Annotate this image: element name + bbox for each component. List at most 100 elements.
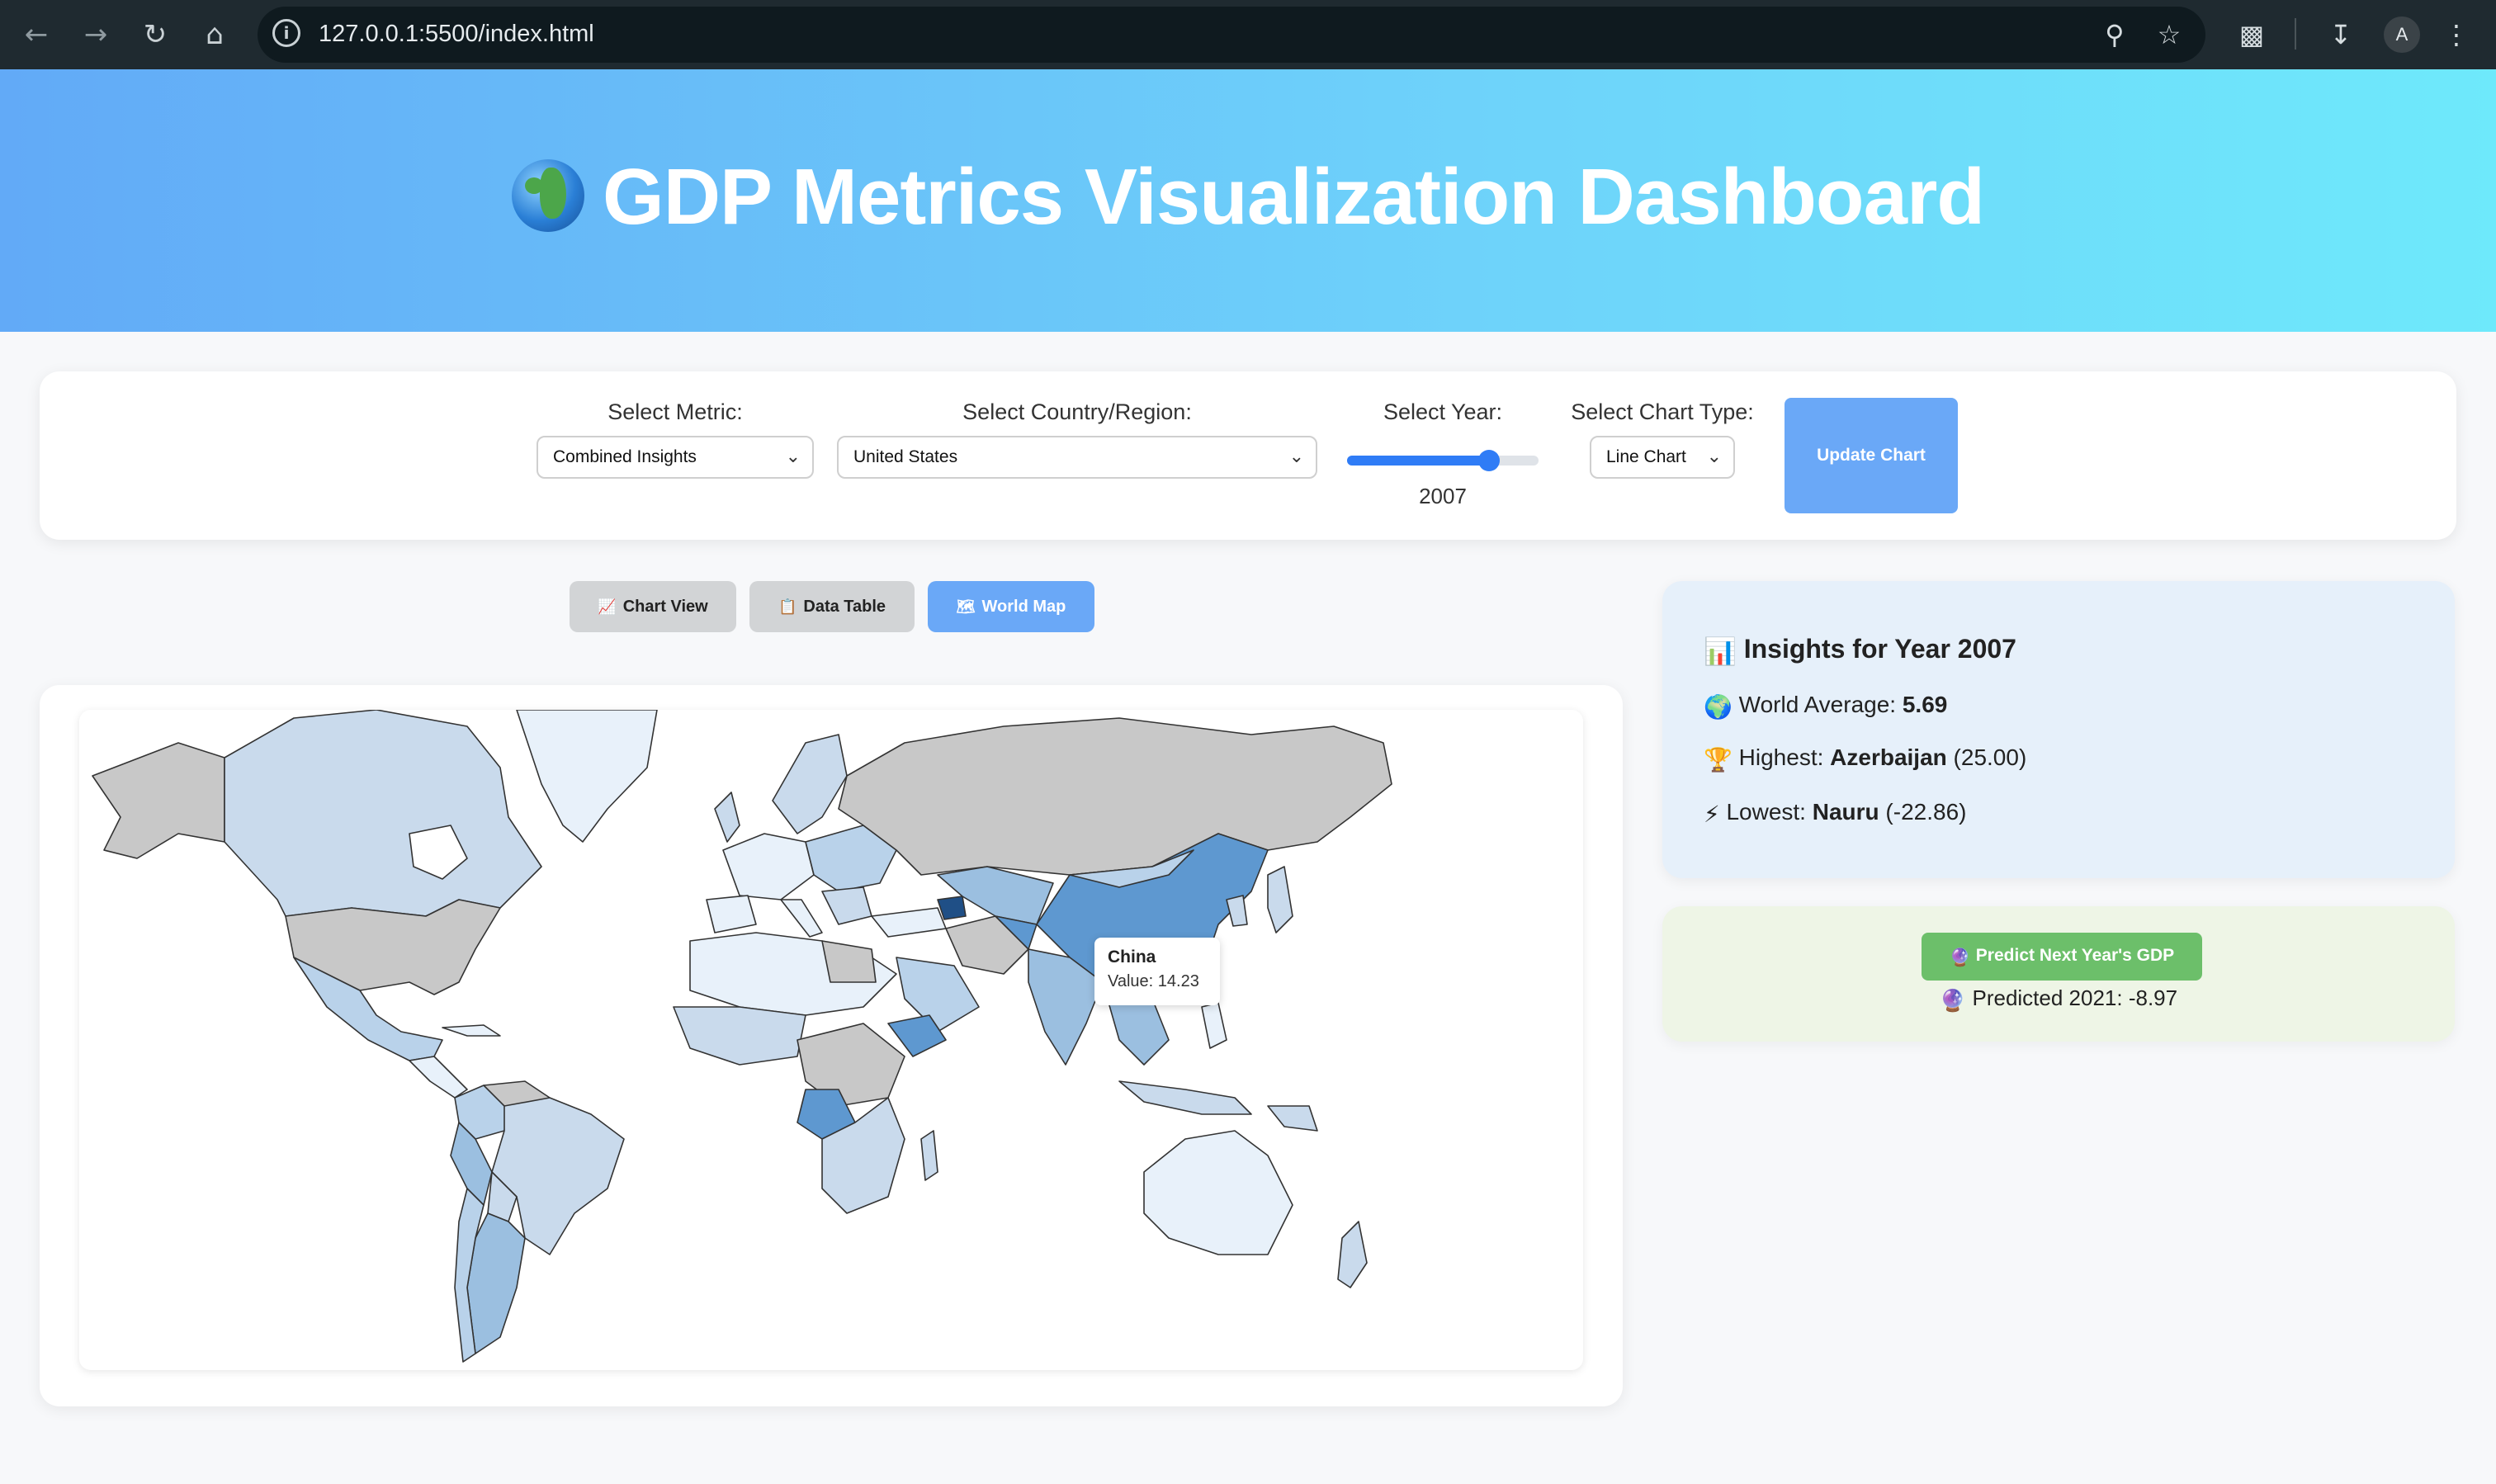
map-country-australia[interactable]: [1143, 1130, 1293, 1255]
lowest-label: Lowest:: [1726, 799, 1806, 825]
prediction-result: 🔮 Predicted 2021: -8.97: [1662, 985, 2455, 1014]
map-country-japan[interactable]: [1267, 866, 1293, 933]
map-country-west-africa[interactable]: [673, 1006, 806, 1066]
year-slider-thumb[interactable]: [1477, 450, 1500, 471]
lightning-icon: ⚡: [1704, 801, 1720, 827]
chevron-down-icon: ⌄: [785, 447, 801, 467]
chart-icon: 📈: [598, 598, 617, 616]
world-map-svg: [92, 710, 1392, 1363]
update-chart-button[interactable]: Update Chart: [1785, 398, 1958, 513]
insights-title-text: Insights for Year 2007: [1743, 634, 2016, 664]
metric-select-value: Combined Insights: [553, 447, 697, 466]
map-country-papua-new-guinea[interactable]: [1267, 1105, 1318, 1132]
map-country-russia[interactable]: [838, 717, 1392, 876]
lowest-row: ⚡ Lowest: Nauru (-22.86): [1704, 799, 1966, 828]
year-value: 2007: [1419, 484, 1467, 508]
chart-type-select[interactable]: Line Chart ⌄: [1590, 436, 1735, 479]
chevron-down-icon: ⌄: [1706, 447, 1722, 467]
address-bar[interactable]: i 127.0.0.1:5500/index.html ⚲ ☆: [258, 7, 2205, 63]
metric-select[interactable]: Combined Insights ⌄: [537, 436, 814, 479]
insights-panel: 📊 Insights for Year 2007 🌍 World Average…: [1662, 581, 2455, 878]
map-country-greenland[interactable]: [516, 710, 658, 843]
world-average-row: 🌍 World Average: 5.69: [1704, 692, 1947, 721]
forward-arrow-icon[interactable]: →: [76, 15, 116, 54]
year-label: Select Year:: [1383, 399, 1503, 424]
url-text[interactable]: 127.0.0.1:5500/index.html: [319, 21, 594, 48]
world-average-label: World Average:: [1738, 692, 1897, 717]
map-country-uk[interactable]: [714, 792, 740, 843]
crystal-ball-icon: 🔮: [1949, 948, 1971, 967]
country-select[interactable]: United States ⌄: [837, 436, 1317, 479]
globe-icon: 🌍: [1704, 694, 1733, 720]
predict-button[interactable]: 🔮 Predict Next Year's GDP: [1922, 933, 2202, 981]
extensions-icon[interactable]: ▩: [2232, 15, 2271, 54]
tab-chart-view-label: Chart View: [622, 597, 708, 616]
map-country-western-europe[interactable]: [722, 833, 815, 900]
map-country-scandinavia[interactable]: [772, 734, 848, 834]
map-country-madagascar[interactable]: [920, 1130, 938, 1181]
world-map[interactable]: [79, 710, 1583, 1370]
menu-kebab-icon[interactable]: ⋮: [2437, 15, 2476, 54]
map-country-alaska[interactable]: [92, 742, 225, 859]
highest-label: Highest:: [1738, 744, 1824, 770]
map-country-egypt[interactable]: [821, 940, 877, 983]
chart-type-select-value: Line Chart: [1606, 447, 1686, 466]
highest-value: (25.00): [1953, 744, 2027, 770]
zoom-icon[interactable]: ⚲: [2097, 17, 2133, 53]
map-country-new-zealand[interactable]: [1337, 1221, 1368, 1288]
reload-icon[interactable]: ↻: [135, 15, 175, 54]
tab-data-table[interactable]: 📋 Data Table: [749, 581, 915, 632]
crystal-ball-icon: 🔮: [1939, 988, 1967, 1013]
tab-data-table-label: Data Table: [803, 597, 886, 616]
back-arrow-icon[interactable]: ←: [17, 15, 56, 54]
map-country-philippines[interactable]: [1201, 1002, 1227, 1049]
chart-type-label: Select Chart Type:: [1571, 399, 1754, 424]
chevron-down-icon: ⌄: [1288, 447, 1304, 467]
insights-title: 📊 Insights for Year 2007: [1704, 634, 2016, 667]
map-island-cuba[interactable]: [442, 1024, 501, 1037]
star-bookmark-icon[interactable]: ☆: [2151, 17, 2187, 53]
tab-world-map[interactable]: 🗺 World Map: [928, 581, 1094, 632]
lowest-country: Nauru: [1812, 799, 1879, 825]
map-country-azerbaijan[interactable]: [937, 896, 967, 920]
toolbar-divider: [2295, 18, 2296, 50]
globe-icon: [512, 159, 585, 232]
page-header: GDP Metrics Visualization Dashboard: [0, 69, 2496, 332]
site-info-icon[interactable]: i: [272, 19, 300, 47]
browser-toolbar: ← → ↻ ⌂ i 127.0.0.1:5500/index.html ⚲ ☆ …: [0, 0, 2496, 69]
trophy-icon: 🏆: [1704, 747, 1733, 773]
tab-world-map-label: World Map: [981, 597, 1066, 616]
map-tooltip: China Value: 14.23: [1094, 938, 1220, 1005]
predict-button-label: Predict Next Year's GDP: [1975, 945, 2175, 965]
prediction-result-text: Predicted 2021: -8.97: [1972, 985, 2178, 1010]
home-icon[interactable]: ⌂: [195, 15, 234, 54]
clipboard-icon: 📋: [778, 598, 797, 616]
map-country-italy[interactable]: [780, 899, 823, 938]
tab-chart-view[interactable]: 📈 Chart View: [570, 581, 736, 632]
map-country-turkey[interactable]: [871, 907, 947, 938]
year-slider[interactable]: [1347, 450, 1539, 471]
country-select-value: United States: [853, 447, 958, 466]
map-card: [40, 685, 1623, 1406]
map-icon: 🗺: [956, 598, 976, 616]
map-country-indonesia[interactable]: [1118, 1080, 1252, 1115]
prediction-panel: 🔮 Predict Next Year's GDP 🔮 Predicted 20…: [1662, 906, 2455, 1042]
tooltip-value: Value: 14.23: [1108, 972, 1199, 990]
download-icon[interactable]: ↧: [2321, 15, 2361, 54]
map-country-balkans[interactable]: [821, 886, 872, 925]
map-country-central-america[interactable]: [409, 1056, 468, 1099]
map-country-canada[interactable]: [224, 710, 542, 917]
year-slider-fill: [1347, 456, 1489, 466]
bar-chart-icon: 📊: [1704, 636, 1737, 666]
highest-row: 🏆 Highest: Azerbaijan (25.00): [1704, 744, 2026, 773]
map-country-spain[interactable]: [706, 895, 757, 933]
profile-avatar[interactable]: A: [2384, 17, 2420, 53]
map-country-korea[interactable]: [1226, 895, 1248, 927]
page-title: GDP Metrics Visualization Dashboard: [0, 152, 2496, 243]
page-title-text: GDP Metrics Visualization Dashboard: [603, 153, 1985, 241]
tooltip-country: China: [1108, 948, 1156, 966]
world-average-value: 5.69: [1902, 692, 1948, 717]
metric-label: Select Metric:: [607, 399, 743, 424]
country-label: Select Country/Region:: [962, 399, 1192, 424]
highest-country: Azerbaijan: [1830, 744, 1947, 770]
